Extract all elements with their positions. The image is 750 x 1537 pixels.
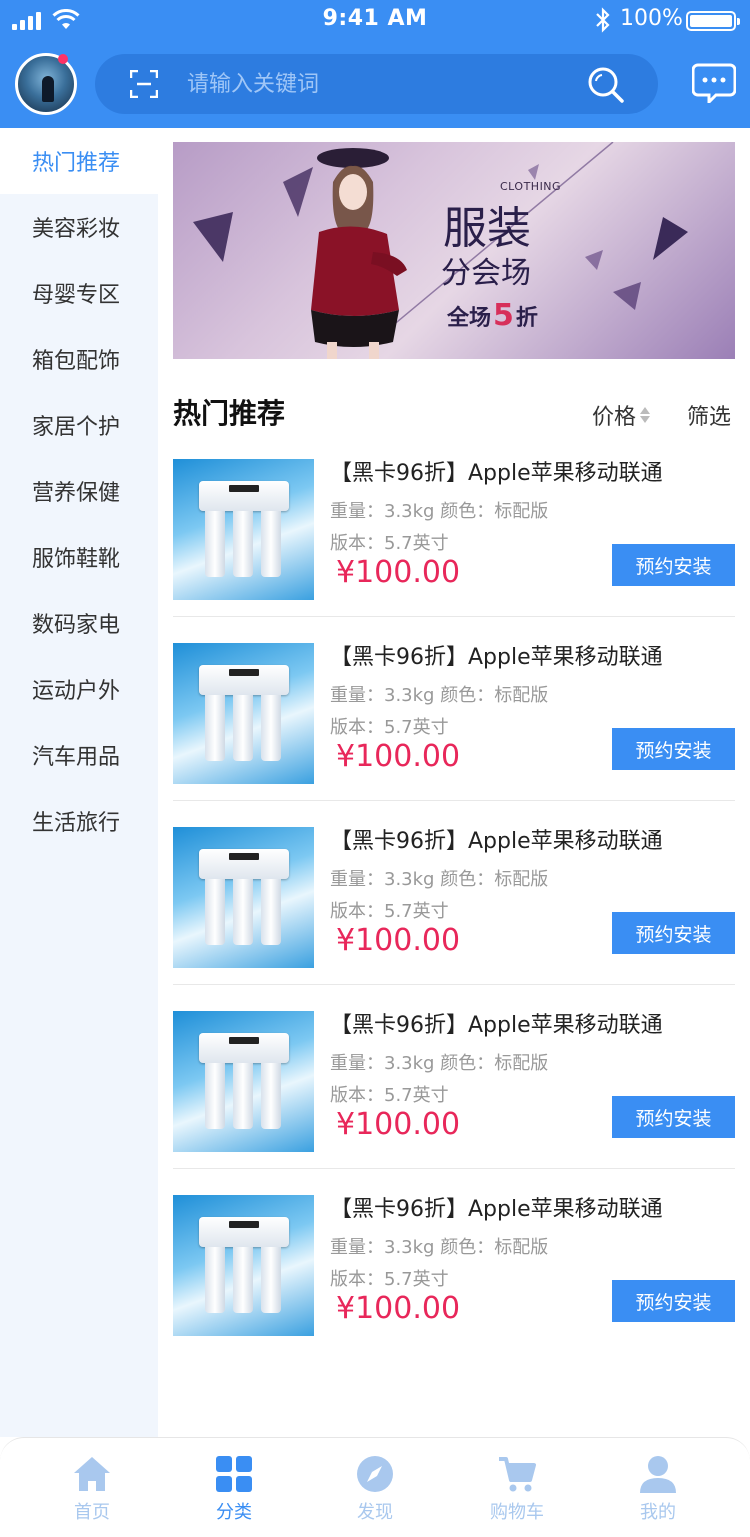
message-icon[interactable] — [692, 63, 736, 103]
sort-arrows-icon — [640, 404, 651, 426]
product-price: ¥100.00 — [336, 739, 461, 774]
product-spec-version: 版本：5.7英寸 — [330, 533, 449, 554]
product-card[interactable]: 【黑卡96折】Apple苹果移动联通 重量：3.3kg 颜色：标配版 版本：5.… — [173, 1181, 735, 1365]
product-spec-weight-color: 重量：3.3kg 颜色：标配版 — [330, 1237, 549, 1258]
tab-mine[interactable]: 我的 — [583, 1438, 733, 1537]
bottom-tab-bar: 首页 分类 发现 购物车 我的 — [0, 1437, 750, 1537]
filter-button[interactable]: 筛选 — [687, 399, 731, 431]
tab-label: 购物车 — [490, 1502, 544, 1523]
product-spec-version: 版本：5.7英寸 — [330, 1085, 449, 1106]
banner-promo-number: 5 — [493, 298, 514, 333]
tab-cart[interactable]: 购物车 — [442, 1438, 592, 1537]
header: 9:41 AM 100% — [0, 0, 750, 128]
home-icon — [74, 1457, 110, 1491]
product-spec-version: 版本：5.7英寸 — [330, 1269, 449, 1290]
search-icon[interactable] — [587, 66, 625, 104]
tab-category[interactable]: 分类 — [159, 1438, 309, 1537]
banner-promo-suffix: 折 — [515, 306, 538, 331]
sort-price-button[interactable]: 价格 — [592, 399, 651, 431]
battery-icon — [686, 11, 740, 31]
sidebar-item-digital[interactable]: 数码家电 — [0, 590, 158, 656]
product-card[interactable]: 【黑卡96折】Apple苹果移动联通 重量：3.3kg 颜色：标配版 版本：5.… — [173, 997, 735, 1181]
product-title[interactable]: 【黑卡96折】Apple苹果移动联通 — [330, 823, 663, 855]
reserve-install-button[interactable]: 预约安装 — [612, 912, 735, 954]
scan-icon[interactable] — [130, 70, 158, 98]
compass-icon — [357, 1456, 393, 1492]
product-title[interactable]: 【黑卡96折】Apple苹果移动联通 — [330, 1191, 663, 1223]
product-image[interactable] — [173, 827, 314, 968]
product-image[interactable] — [173, 459, 314, 600]
sidebar-item-health[interactable]: 营养保健 — [0, 458, 158, 524]
sidebar-item-apparel[interactable]: 服饰鞋靴 — [0, 524, 158, 590]
product-image[interactable] — [173, 1195, 314, 1336]
product-price: ¥100.00 — [336, 555, 461, 590]
sidebar-item-hot[interactable]: 热门推荐 — [0, 128, 158, 194]
tab-label: 发现 — [357, 1502, 393, 1523]
battery-percent: 100% — [620, 6, 683, 31]
sidebar-item-beauty[interactable]: 美容彩妆 — [0, 194, 158, 260]
tab-home[interactable]: 首页 — [17, 1438, 167, 1537]
bluetooth-icon — [596, 7, 610, 33]
reserve-install-button[interactable]: 预约安装 — [612, 1096, 735, 1138]
product-spec-weight-color: 重量：3.3kg 颜色：标配版 — [330, 501, 549, 522]
search-bar[interactable] — [95, 54, 658, 114]
grid-icon — [216, 1456, 252, 1492]
divider — [173, 616, 735, 617]
user-icon — [640, 1456, 676, 1493]
category-sidebar: 热门推荐 美容彩妆 母婴专区 箱包配饰 家居个护 营养保健 服饰鞋靴 数码家电 … — [0, 128, 158, 1437]
product-price: ¥100.00 — [336, 923, 461, 958]
sidebar-item-home-care[interactable]: 家居个护 — [0, 392, 158, 458]
product-card[interactable]: 【黑卡96折】Apple苹果移动联通 重量：3.3kg 颜色：标配版 版本：5.… — [173, 629, 735, 813]
product-price: ¥100.00 — [336, 1107, 461, 1142]
product-image[interactable] — [173, 643, 314, 784]
section-title: 热门推荐 — [173, 397, 286, 430]
banner-subtitle: 分会场 — [441, 256, 531, 291]
product-card[interactable]: 【黑卡96折】Apple苹果移动联通 重量：3.3kg 颜色：标配版 版本：5.… — [173, 813, 735, 997]
sidebar-item-bags[interactable]: 箱包配饰 — [0, 326, 158, 392]
product-card[interactable]: 【黑卡96折】Apple苹果移动联通 重量：3.3kg 颜色：标配版 版本：5.… — [173, 445, 735, 629]
reserve-install-button[interactable]: 预约安装 — [612, 728, 735, 770]
cart-icon — [499, 1457, 536, 1492]
product-image[interactable] — [173, 1011, 314, 1152]
reserve-install-button[interactable]: 预约安装 — [612, 1280, 735, 1322]
product-title[interactable]: 【黑卡96折】Apple苹果移动联通 — [330, 455, 663, 487]
search-input[interactable] — [187, 67, 567, 101]
sort-price-label: 价格 — [592, 405, 637, 430]
divider — [173, 800, 735, 801]
status-bar: 9:41 AM 100% — [0, 0, 750, 40]
divider — [173, 1168, 735, 1169]
sidebar-item-auto[interactable]: 汽车用品 — [0, 722, 158, 788]
tab-label: 首页 — [74, 1502, 110, 1523]
notification-dot — [58, 54, 68, 64]
sidebar-item-travel[interactable]: 生活旅行 — [0, 788, 158, 854]
banner-title: 服装 — [443, 203, 531, 254]
product-spec-version: 版本：5.7英寸 — [330, 717, 449, 738]
banner-promo-prefix: 全场 — [447, 306, 492, 331]
tab-discover[interactable]: 发现 — [300, 1438, 450, 1537]
product-title[interactable]: 【黑卡96折】Apple苹果移动联通 — [330, 639, 663, 671]
reserve-install-button[interactable]: 预约安装 — [612, 544, 735, 586]
tab-label: 分类 — [216, 1502, 252, 1523]
avatar[interactable] — [15, 53, 77, 115]
product-title[interactable]: 【黑卡96折】Apple苹果移动联通 — [330, 1007, 663, 1039]
divider — [173, 984, 735, 985]
product-spec-version: 版本：5.7英寸 — [330, 901, 449, 922]
product-spec-weight-color: 重量：3.3kg 颜色：标配版 — [330, 685, 549, 706]
product-spec-weight-color: 重量：3.3kg 颜色：标配版 — [330, 1053, 549, 1074]
promo-banner[interactable]: CLOTHING 服装 分会场 全场 5 折 — [173, 142, 735, 359]
sidebar-item-baby[interactable]: 母婴专区 — [0, 260, 158, 326]
product-price: ¥100.00 — [336, 1291, 461, 1326]
product-spec-weight-color: 重量：3.3kg 颜色：标配版 — [330, 869, 549, 890]
tab-label: 我的 — [640, 1502, 676, 1523]
sidebar-item-sports[interactable]: 运动户外 — [0, 656, 158, 722]
banner-promo: 全场 5 折 — [447, 298, 538, 333]
